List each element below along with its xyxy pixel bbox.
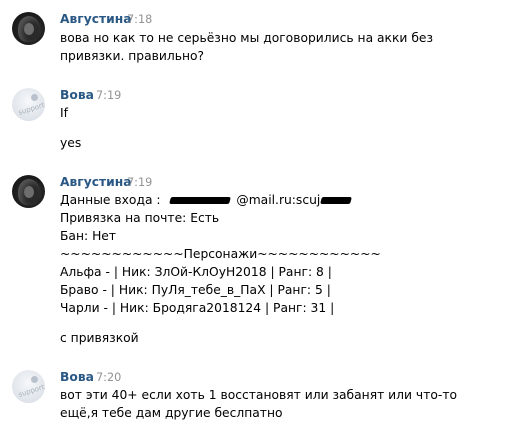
message-text-line: Привязка на почте: Есть [60,211,220,225]
user-avatar[interactable] [12,175,45,208]
message-text-line: привязки. правильно? [60,49,205,63]
avatar-figure-icon [31,376,38,383]
message-text-line: Чарли - | Ник: Бродяга2018124 | Ранг: 31… [60,301,335,315]
login-mail[interactable]: @mail.ru:scuj [236,193,320,207]
login-prefix: Данные входа : [60,193,161,207]
message-text-line: Бан: Нет [60,229,117,243]
message-time[interactable]: 7:20 [96,371,121,384]
support-avatar[interactable]: support [12,88,45,121]
avatar-face [24,23,34,35]
author-name[interactable]: Августина [60,175,132,189]
support-avatar[interactable]: support [12,370,45,403]
author-name[interactable]: Вова [60,370,94,384]
message-text-line: yes [60,136,82,150]
avatar-face [24,186,34,198]
redacted-password [320,197,353,204]
message-time[interactable]: 7:19 [96,89,121,102]
message-time[interactable]: 7:19 [127,176,152,189]
message-text-line: с привязкой [60,331,139,345]
author-name[interactable]: Августина [60,12,132,26]
user-avatar[interactable] [12,12,45,45]
message-text-line: ещё,я тебе дам другие беслпатно [60,406,283,420]
avatar-support-text: support [17,101,45,117]
message-text-line: вова но как то не серьёзно мы договорили… [60,31,434,45]
redacted-login [169,197,232,204]
login-line: Данные входа : @mail.ru:scuj [60,193,353,207]
message-text-line: Альфа - | Ник: ЗлОй-КлОуН2018 | Ранг: 8 … [60,265,332,279]
avatar-support-text: support [17,383,45,399]
message-text-line: вот эти 40+ если хоть 1 восстановят или … [60,388,458,402]
message-text-line: If [60,106,68,120]
message-time[interactable]: 7:18 [127,13,152,26]
avatar-figure-icon [31,94,38,101]
message-text-line: ~~~~~~~~~~~~Персонажи~~~~~~~~~~~~ [60,247,381,261]
author-name[interactable]: Вова [60,88,94,102]
message-text-line: Браво - | Ник: ПуЛя_тебе_в_ПаХ | Ранг: 5… [60,283,331,297]
